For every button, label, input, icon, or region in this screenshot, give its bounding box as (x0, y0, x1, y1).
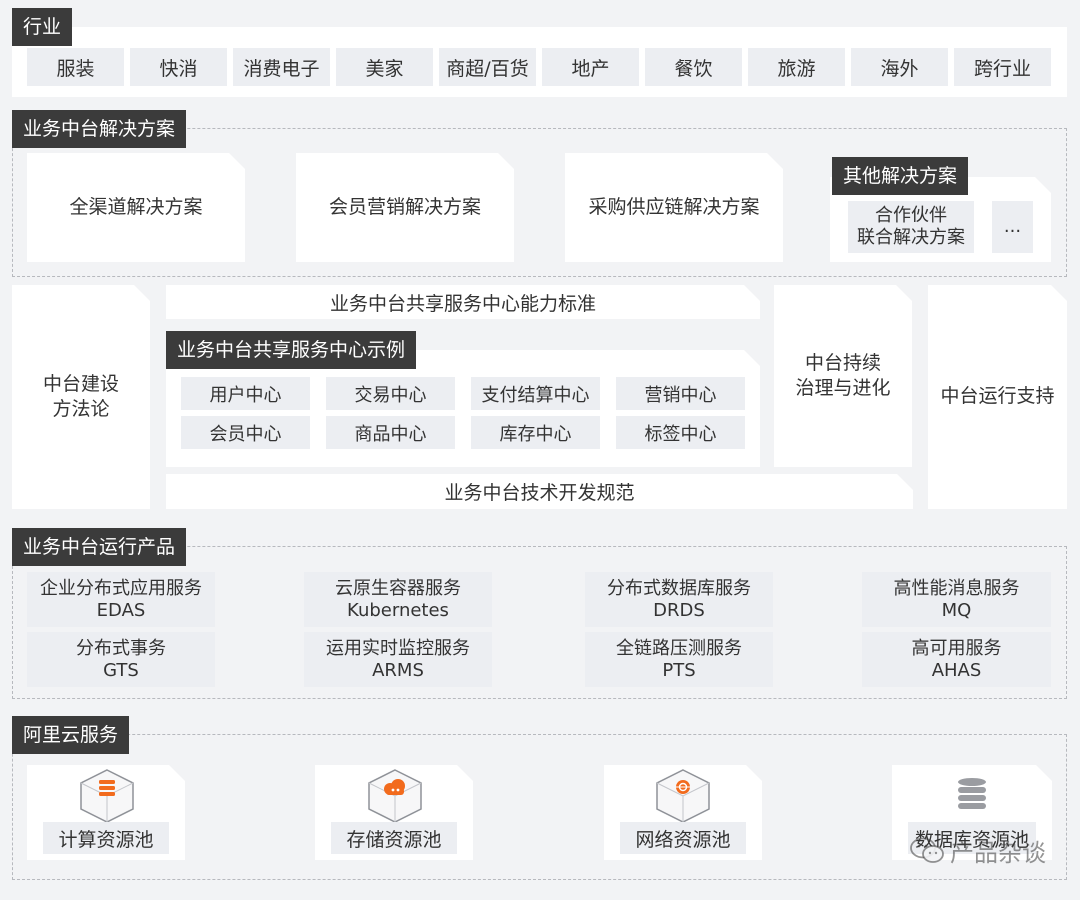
product-code: Kubernetes (347, 599, 449, 621)
ops-support-card[interactable]: 中台运行支持 (928, 285, 1067, 509)
center-item[interactable]: 营销中心 (616, 377, 745, 410)
governance-line1: 中台持续 (804, 351, 881, 374)
center-item[interactable]: 会员中心 (181, 416, 310, 449)
product-name: 分布式数据库服务 (607, 577, 751, 599)
methodology-line2: 方法论 (52, 398, 110, 420)
product-code: AHAS (931, 659, 982, 681)
governance-card[interactable]: 中台持续 治理与进化 (774, 285, 912, 467)
center-item[interactable]: 用户中心 (181, 377, 310, 410)
industry-item[interactable]: 海外 (851, 48, 948, 86)
solution-card-omnichannel[interactable]: 全渠道解决方案 (27, 153, 245, 262)
partner-line2: 联合解决方案 (857, 227, 965, 248)
watermark: 产品杂谈 (910, 833, 1046, 868)
product-name: 分布式事务 (76, 637, 166, 659)
products-tag: 业务中台运行产品 (12, 528, 187, 566)
product-pts[interactable]: 全链路压测服务 PTS (585, 632, 773, 687)
network-icon (653, 768, 713, 824)
ops-support-label: 中台运行支持 (940, 385, 1055, 408)
industry-item[interactable]: 旅游 (748, 48, 845, 86)
product-kubernetes[interactable]: 云原生容器服务 Kubernetes (304, 572, 492, 627)
industry-item[interactable]: 跨行业 (954, 48, 1051, 86)
product-code: ARMS (372, 659, 424, 681)
industry-item[interactable]: 商超/百货 (439, 48, 536, 86)
center-item[interactable]: 库存中心 (471, 416, 600, 449)
product-name: 高可用服务 (911, 637, 1002, 659)
product-code: GTS (103, 659, 139, 681)
examples-tag: 业务中台共享服务中心示例 (166, 331, 417, 369)
compute-pool-label: 计算资源池 (43, 822, 169, 854)
product-ahas[interactable]: 高可用服务 AHAS (862, 632, 1051, 687)
product-name: 企业分布式应用服务 (40, 577, 202, 599)
industry-item[interactable]: 餐饮 (645, 48, 742, 86)
solution-card-label: 会员营销解决方案 (328, 195, 481, 218)
solution-card-label: 采购供应链解决方案 (588, 195, 760, 218)
solution-card-label: 全渠道解决方案 (69, 195, 203, 218)
center-item[interactable]: 标签中心 (616, 416, 745, 449)
product-gts[interactable]: 分布式事务 GTS (27, 632, 215, 687)
watermark-text: 产品杂谈 (950, 839, 1046, 867)
industry-item[interactable]: 快消 (130, 48, 227, 86)
product-drds[interactable]: 分布式数据库服务 DRDS (585, 572, 773, 627)
network-pool-label: 网络资源池 (620, 822, 746, 854)
center-item[interactable]: 交易中心 (326, 377, 455, 410)
capability-standard-banner[interactable]: 业务中台共享服务中心能力标准 (166, 285, 760, 319)
product-code: MQ (941, 599, 972, 621)
solution-card-procurement[interactable]: 采购供应链解决方案 (565, 153, 783, 262)
compute-icon (77, 768, 137, 824)
governance-line2: 治理与进化 (795, 377, 891, 399)
product-name: 运用实时监控服务 (326, 637, 470, 659)
product-arms[interactable]: 运用实时监控服务 ARMS (304, 632, 492, 687)
storage-icon (365, 768, 425, 824)
capability-standard-label: 业务中台共享服务中心能力标准 (329, 292, 596, 315)
product-mq[interactable]: 高性能消息服务 MQ (862, 572, 1051, 627)
center-item[interactable]: 商品中心 (326, 416, 455, 449)
product-code: DRDS (653, 599, 705, 621)
industry-item[interactable]: 消费电子 (233, 48, 330, 86)
industry-tag: 行业 (12, 8, 73, 46)
methodology-card[interactable]: 中台建设 方法论 (12, 285, 150, 509)
solutions-tag: 业务中台解决方案 (12, 110, 187, 148)
industry-item[interactable]: 服装 (27, 48, 124, 86)
tech-spec-label: 业务中台技术开发规范 (444, 482, 635, 504)
more-label: ... (1003, 216, 1022, 237)
methodology-line1: 中台建设 (42, 372, 119, 395)
product-code: EDAS (96, 599, 146, 621)
product-code: PTS (662, 659, 696, 681)
storage-pool-label: 存储资源池 (331, 822, 457, 854)
other-solutions-tag: 其他解决方案 (832, 157, 969, 195)
product-name: 云原生容器服务 (335, 577, 461, 599)
more-solutions-pill[interactable]: ... (992, 201, 1033, 253)
tech-spec-banner[interactable]: 业务中台技术开发规范 (166, 474, 913, 509)
partner-solution-pill[interactable]: 合作伙伴 联合解决方案 (848, 201, 974, 253)
cloud-tag: 阿里云服务 (12, 716, 130, 754)
partner-line1: 合作伙伴 (875, 205, 947, 226)
industry-item[interactable]: 地产 (542, 48, 639, 86)
database-icon (955, 776, 989, 810)
industry-item[interactable]: 美家 (336, 48, 433, 86)
wechat-icon (910, 837, 944, 865)
product-edas[interactable]: 企业分布式应用服务 EDAS (27, 572, 215, 627)
product-name: 全链路压测服务 (616, 637, 742, 659)
solution-card-membership[interactable]: 会员营销解决方案 (296, 153, 514, 262)
center-item[interactable]: 支付结算中心 (471, 377, 600, 410)
product-name: 高性能消息服务 (893, 577, 1020, 599)
